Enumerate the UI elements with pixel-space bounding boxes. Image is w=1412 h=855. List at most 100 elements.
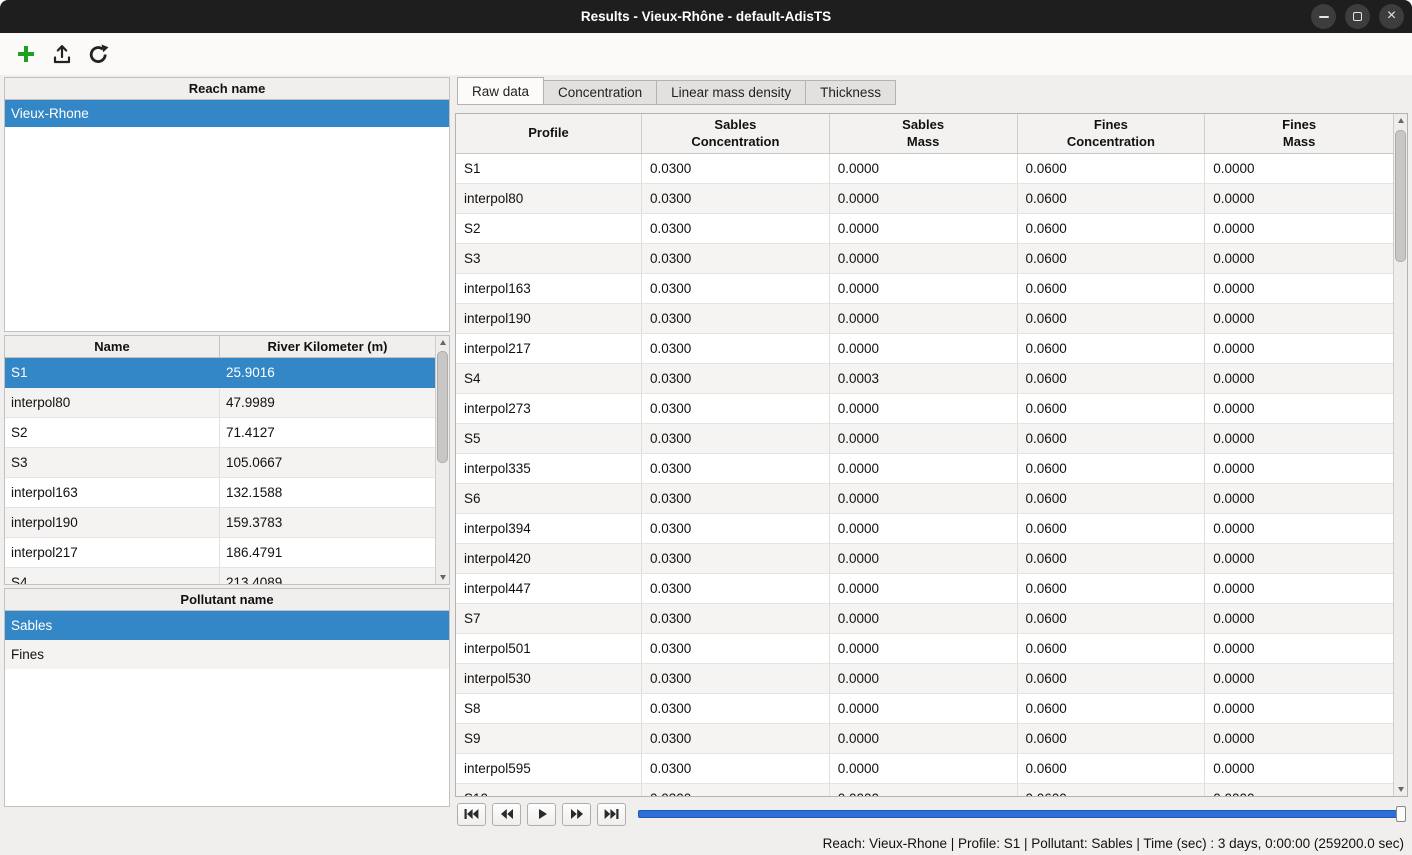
export-button[interactable]: [46, 38, 78, 70]
tab-thickness[interactable]: Thickness: [805, 80, 896, 105]
value-cell: 0.0300: [642, 574, 830, 604]
result-row-S2[interactable]: S20.03000.00000.06000.0000: [456, 214, 1393, 244]
profile-row-interpol217[interactable]: interpol217186.4791: [5, 538, 435, 568]
value-cell: 0.0300: [642, 484, 830, 514]
result-row-interpol530[interactable]: interpol5300.03000.00000.06000.0000: [456, 664, 1393, 694]
profile-row-interpol190[interactable]: interpol190159.3783: [5, 508, 435, 538]
tab-linear-mass-density[interactable]: Linear mass density: [656, 80, 805, 105]
add-button[interactable]: [10, 38, 42, 70]
profile-name-cell: S3: [5, 448, 220, 478]
profile-cell: S5: [456, 424, 642, 454]
result-row-interpol217[interactable]: interpol2170.03000.00000.06000.0000: [456, 334, 1393, 364]
column-header-line2: Concentration: [691, 134, 779, 151]
column-header[interactable]: Name: [5, 336, 220, 357]
scroll-down-icon[interactable]: [1394, 783, 1407, 796]
result-row-interpol595[interactable]: interpol5950.03000.00000.06000.0000: [456, 754, 1393, 784]
profile-row-S1[interactable]: S125.9016: [5, 358, 435, 388]
result-row-interpol163[interactable]: interpol1630.03000.00000.06000.0000: [456, 274, 1393, 304]
refresh-button[interactable]: [82, 38, 114, 70]
value-cell: 0.0000: [830, 454, 1018, 484]
result-row-S1[interactable]: S10.03000.00000.06000.0000: [456, 154, 1393, 184]
value-cell: 0.0000: [830, 274, 1018, 304]
skip-start-button[interactable]: [457, 803, 486, 826]
pollutant-item-sables[interactable]: Sables: [5, 611, 449, 640]
minimize-button[interactable]: [1311, 4, 1336, 29]
profile-table-scrollbar[interactable]: [435, 336, 449, 584]
tab-concentration[interactable]: Concentration: [544, 80, 656, 105]
column-header-line1: Sables: [714, 117, 756, 134]
value-cell: 0.0000: [1205, 784, 1393, 796]
seek-back-icon: [500, 808, 514, 820]
value-cell: 0.0000: [830, 154, 1018, 184]
results-table-scrollbar[interactable]: [1393, 114, 1407, 796]
result-row-S9[interactable]: S90.03000.00000.06000.0000: [456, 724, 1393, 754]
play-button[interactable]: [527, 803, 556, 826]
column-header[interactable]: Profile: [456, 114, 642, 153]
skip-end-button[interactable]: [597, 803, 626, 826]
value-cell: 0.0600: [1018, 424, 1206, 454]
pollutant-item-fines[interactable]: Fines: [5, 640, 449, 669]
close-button[interactable]: ×: [1379, 4, 1404, 29]
time-slider-track[interactable]: [638, 810, 1406, 818]
value-cell: 0.0600: [1018, 784, 1206, 796]
plus-icon: [15, 43, 37, 65]
scroll-down-icon[interactable]: [436, 571, 449, 584]
seek-back-button[interactable]: [492, 803, 521, 826]
column-header[interactable]: SablesConcentration: [642, 114, 830, 153]
result-row-interpol190[interactable]: interpol1900.03000.00000.06000.0000: [456, 304, 1393, 334]
result-row-interpol420[interactable]: interpol4200.03000.00000.06000.0000: [456, 544, 1393, 574]
seek-forward-button[interactable]: [562, 803, 591, 826]
result-row-interpol273[interactable]: interpol2730.03000.00000.06000.0000: [456, 394, 1393, 424]
reach-item-vieux-rhone[interactable]: Vieux-Rhone: [5, 100, 449, 127]
value-cell: 0.0300: [642, 514, 830, 544]
maximize-button[interactable]: [1345, 4, 1370, 29]
result-row-interpol501[interactable]: interpol5010.03000.00000.06000.0000: [456, 634, 1393, 664]
value-cell: 0.0000: [1205, 574, 1393, 604]
column-header[interactable]: FinesMass: [1205, 114, 1393, 153]
profile-row-S2[interactable]: S271.4127: [5, 418, 435, 448]
result-row-interpol335[interactable]: interpol3350.03000.00000.06000.0000: [456, 454, 1393, 484]
scroll-up-icon[interactable]: [436, 336, 449, 349]
profile-name-cell: interpol80: [5, 388, 220, 418]
profile-row-interpol80[interactable]: interpol8047.9989: [5, 388, 435, 418]
result-row-S5[interactable]: S50.03000.00000.06000.0000: [456, 424, 1393, 454]
value-cell: 0.0600: [1018, 574, 1206, 604]
result-row-S10[interactable]: S100.03000.00000.06000.0000: [456, 784, 1393, 796]
result-row-S4[interactable]: S40.03000.00030.06000.0000: [456, 364, 1393, 394]
value-cell: 0.0003: [830, 364, 1018, 394]
profile-row-S4[interactable]: S4213.4089: [5, 568, 435, 584]
result-row-S6[interactable]: S60.03000.00000.06000.0000: [456, 484, 1393, 514]
profile-cell: interpol420: [456, 544, 642, 574]
profile-cell: S1: [456, 154, 642, 184]
column-header[interactable]: SablesMass: [830, 114, 1018, 153]
profile-cell: S10: [456, 784, 642, 796]
tab-raw-data[interactable]: Raw data: [457, 77, 544, 105]
scroll-up-icon[interactable]: [1394, 114, 1407, 127]
tab-bar: Raw dataConcentrationLinear mass density…: [455, 77, 1408, 105]
titlebar[interactable]: Results - Vieux-Rhône - default-AdisTS ×: [0, 0, 1412, 33]
column-header[interactable]: River Kilometer (m): [220, 336, 435, 357]
column-header-line2: Concentration: [1067, 134, 1155, 151]
profile-cell: interpol217: [456, 334, 642, 364]
value-cell: 0.0000: [830, 244, 1018, 274]
profile-table-body: S125.9016interpol8047.9989S271.4127S3105…: [5, 358, 435, 584]
value-cell: 0.0000: [1205, 244, 1393, 274]
result-row-S7[interactable]: S70.03000.00000.06000.0000: [456, 604, 1393, 634]
scrollbar-thumb[interactable]: [437, 351, 448, 463]
value-cell: 0.0600: [1018, 634, 1206, 664]
profile-row-S3[interactable]: S3105.0667: [5, 448, 435, 478]
left-panel: Reach name Vieux-Rhone NameRiver Kilomet…: [4, 77, 450, 831]
column-header-line1: Sables: [902, 117, 944, 134]
column-header[interactable]: FinesConcentration: [1018, 114, 1206, 153]
result-row-S8[interactable]: S80.03000.00000.06000.0000: [456, 694, 1393, 724]
result-row-interpol447[interactable]: interpol4470.03000.00000.06000.0000: [456, 574, 1393, 604]
result-row-interpol394[interactable]: interpol3940.03000.00000.06000.0000: [456, 514, 1393, 544]
scrollbar-thumb[interactable]: [1395, 130, 1406, 262]
time-slider[interactable]: [638, 805, 1406, 823]
result-row-S3[interactable]: S30.03000.00000.06000.0000: [456, 244, 1393, 274]
column-header-line1: Fines: [1282, 117, 1316, 134]
profile-km-cell: 213.4089: [220, 568, 435, 584]
result-row-interpol80[interactable]: interpol800.03000.00000.06000.0000: [456, 184, 1393, 214]
time-slider-handle[interactable]: [1396, 806, 1406, 822]
profile-row-interpol163[interactable]: interpol163132.1588: [5, 478, 435, 508]
